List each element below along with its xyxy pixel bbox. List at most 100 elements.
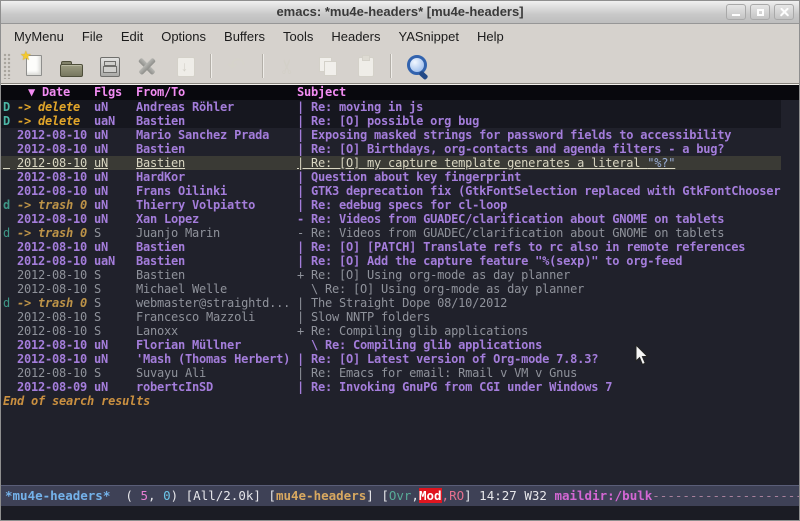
message-row[interactable]: 2012-08-10uNBastien| Re: [O] [PATCH] Tra… (1, 240, 781, 254)
tool-bar (1, 48, 799, 84)
menu-item-tools[interactable]: Tools (274, 26, 322, 47)
message-flags: uN (94, 170, 136, 184)
toolbar-grip-handle[interactable] (3, 53, 11, 79)
menu-item-edit[interactable]: Edit (112, 26, 152, 47)
save-icon (96, 53, 122, 79)
column-flags[interactable]: Flgs (94, 85, 136, 100)
copy-button (314, 53, 340, 79)
menu-item-mymenu[interactable]: MyMenu (5, 26, 73, 47)
search-button[interactable] (404, 53, 430, 79)
message-from: 'Mash (Thomas Herbert) (136, 352, 297, 366)
message-flags: uN (94, 338, 136, 352)
mu4e-headers-buffer[interactable]: ▼ Date Flgs From/To Subject D-> deleteuN… (1, 84, 799, 485)
message-date: 2012-08-10 (17, 268, 94, 282)
menu-item-buffers[interactable]: Buffers (215, 26, 274, 47)
message-row[interactable]: 2012-08-10SLanoxx+ Re: Compiling glib ap… (1, 324, 781, 338)
modeline-segment: RO (449, 488, 464, 503)
message-row[interactable]: d-> trash 0SJuanjo Marin- Re: Videos fro… (1, 226, 781, 240)
message-from: Suvayu Ali (136, 366, 297, 380)
menu-item-options[interactable]: Options (152, 26, 215, 47)
message-row[interactable]: 2012-08-10uNFlorian Müllner \ Re: Compil… (1, 338, 781, 352)
mode-line[interactable]: *mu4e-headers* ( 5, 0) [All/2.0k] [mu4e-… (1, 485, 799, 506)
menu-item-help[interactable]: Help (468, 26, 513, 47)
save-as-icon (172, 53, 198, 79)
message-row[interactable]: 2012-08-10uNMario Sanchez Prada| Exposin… (1, 128, 781, 142)
window-controls (726, 4, 794, 20)
message-row[interactable]: D-> deleteuaNBastien| Re: [O] possible o… (1, 114, 781, 128)
message-row[interactable]: 2012-08-10SFrancesco Mazzoli| Slow NNTP … (1, 310, 781, 324)
toolbar-separator (262, 54, 264, 78)
new-file-button[interactable] (20, 53, 46, 79)
mark-flag (3, 268, 17, 282)
message-row[interactable]: 2012-08-10uN'Mash (Thomas Herbert)| Re: … (1, 352, 781, 366)
column-date[interactable]: Date (42, 85, 70, 99)
message-row[interactable]: 2012-08-09uNrobertcInSD| Re: Invoking Gn… (1, 380, 781, 394)
minimize-button[interactable] (726, 4, 746, 20)
message-row[interactable]: 2012-08-10uNBastien| Re: [O] my capture … (1, 156, 781, 170)
modeline-segment: ] [ (366, 488, 389, 503)
mark-flag (3, 170, 17, 184)
message-flags: uN (94, 352, 136, 366)
menu-item-headers[interactable]: Headers (322, 26, 389, 47)
message-subject: | Slow NNTP folders (297, 310, 781, 324)
modeline-segment: mu4e-headers (276, 488, 366, 503)
message-row[interactable]: 2012-08-10uNXan Lopez- Re: Videos from G… (1, 212, 781, 226)
toolbar-separator (210, 54, 212, 78)
mark-flag: D (3, 114, 17, 128)
message-date: 2012-08-10 (17, 240, 94, 254)
message-row[interactable]: 2012-08-10uNFrans Oilinki| GTK3 deprecat… (1, 184, 781, 198)
undo-button (224, 53, 250, 79)
cut-icon (276, 53, 302, 79)
message-flags: uN (94, 184, 136, 198)
modeline-segment: , (411, 488, 419, 503)
message-subject: | Re: moving in js (297, 100, 781, 114)
close-button[interactable] (774, 4, 794, 20)
mark-flag: D (3, 100, 17, 114)
modeline-segment: -------------------------------- (652, 488, 799, 503)
message-row[interactable]: 2012-08-10SMichael Welle \ Re: [O] Using… (1, 282, 781, 296)
message-row[interactable]: d-> trash 0Swebmaster@straightd...| The … (1, 296, 781, 310)
menu-item-file[interactable]: File (73, 26, 112, 47)
message-row[interactable]: 2012-08-10SSuvayu Ali| Re: Emacs for ema… (1, 366, 781, 380)
sort-descending-icon[interactable]: ▼ (28, 85, 35, 99)
headers-column-header[interactable]: ▼ Date Flgs From/To Subject (1, 85, 799, 100)
mark-flag: d (3, 296, 17, 310)
message-flags: uN (94, 156, 136, 170)
message-row[interactable]: 2012-08-10uNBastien| Re: [O] Birthdays, … (1, 142, 781, 156)
title-bar[interactable]: emacs: *mu4e-headers* [mu4e-headers] (1, 1, 799, 24)
open-folder-button[interactable] (58, 53, 84, 79)
mark-flag (3, 212, 17, 226)
maximize-button[interactable] (750, 4, 770, 20)
message-from: webmaster@straightd... (136, 296, 297, 310)
column-from-to[interactable]: From/To (136, 85, 297, 100)
message-row[interactable]: D-> deleteuNAndreas Röhler| Re: moving i… (1, 100, 781, 114)
message-row[interactable]: 2012-08-10SBastien+ Re: [O] Using org-mo… (1, 268, 781, 282)
message-subject: | GTK3 deprecation fix (GtkFontSelection… (297, 184, 781, 198)
message-date: 2012-08-10 (17, 324, 94, 338)
column-subject[interactable]: Subject (297, 85, 346, 100)
message-row[interactable]: 2012-08-10uaNBastien| Re: [O] Add the ca… (1, 254, 781, 268)
minimize-icon (732, 14, 740, 16)
echo-area[interactable] (1, 506, 799, 520)
message-from: Juanjo Marin (136, 226, 297, 240)
message-from: Bastien (136, 268, 297, 282)
message-row[interactable]: 2012-08-10uNHardKor| Question about key … (1, 170, 781, 184)
modeline-segment: ] 14:27 W32 (464, 488, 554, 503)
message-date: 2012-08-10 (17, 366, 94, 380)
undo-icon (224, 53, 250, 79)
message-subject: | Re: Emacs for email: Rmail v VM v Gnus (297, 366, 781, 380)
message-flags: uN (94, 240, 136, 254)
close-x-button[interactable] (134, 53, 160, 79)
save-button[interactable] (96, 53, 122, 79)
search-icon (404, 53, 430, 79)
message-from: Bastien (136, 142, 297, 156)
message-from: Mario Sanchez Prada (136, 128, 297, 142)
message-from: Xan Lopez (136, 212, 297, 226)
modeline-segment: ( (110, 488, 140, 503)
modeline-segment: *mu4e-headers* (5, 488, 110, 503)
message-row[interactable]: d-> trash 0uNThierry Volpiatto| Re: edeb… (1, 198, 781, 212)
menu-item-yasnippet[interactable]: YASnippet (389, 26, 467, 47)
message-list: D-> deleteuNAndreas Röhler| Re: moving i… (1, 100, 799, 394)
message-flags: S (94, 226, 136, 240)
message-subject: + Re: Compiling glib applications (297, 324, 781, 338)
